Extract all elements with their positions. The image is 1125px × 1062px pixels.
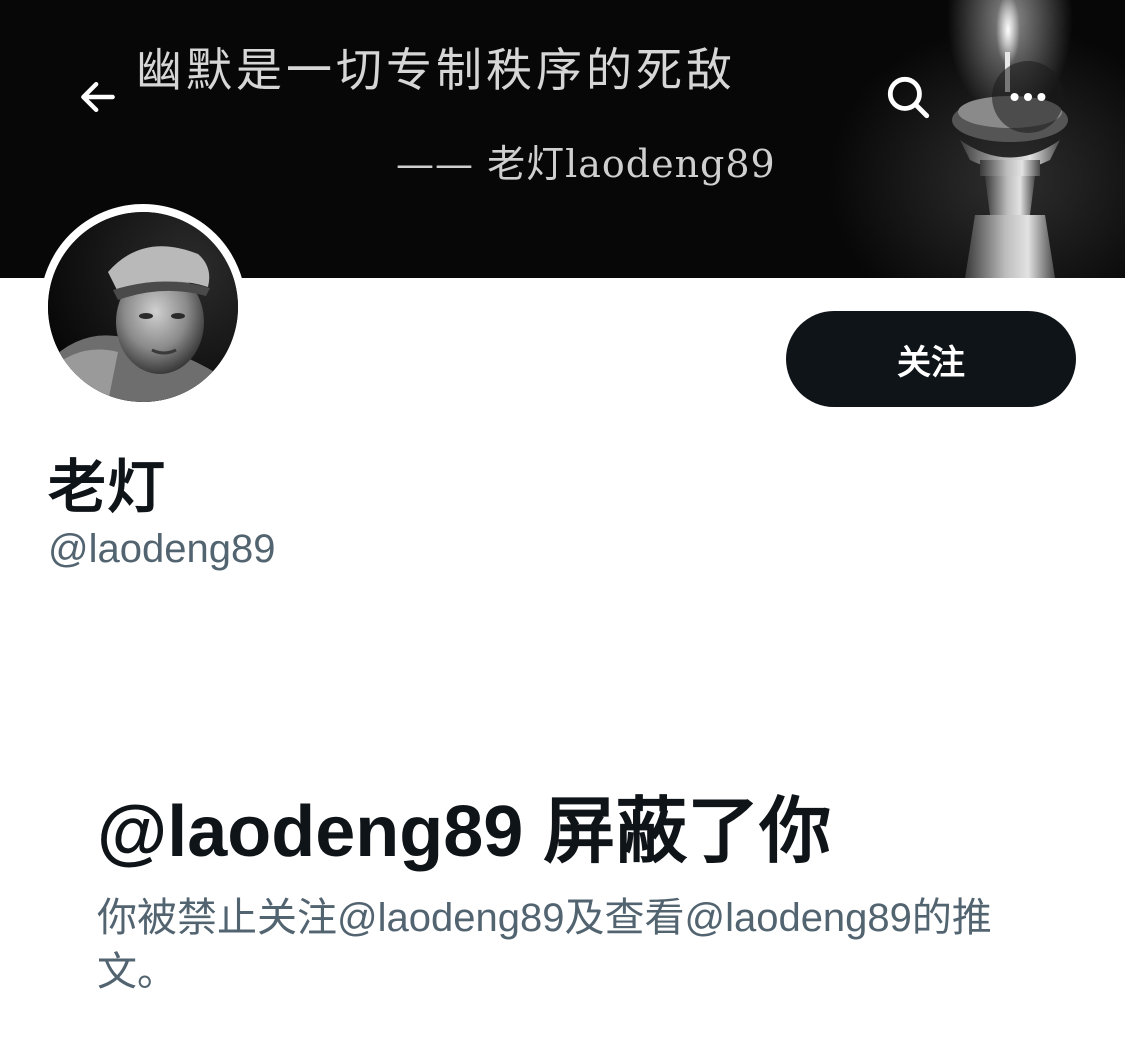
search-button[interactable] — [872, 61, 944, 133]
more-horizontal-icon — [1010, 92, 1046, 102]
avatar[interactable] — [48, 212, 238, 402]
banner-quote: 幽默是一切专制秩序的死敌 — [136, 43, 736, 97]
avatar-frame[interactable] — [40, 204, 246, 410]
avatar-photo — [48, 212, 238, 402]
more-options-button[interactable] — [992, 61, 1064, 133]
oil-lamp-illustration — [952, 0, 1068, 278]
display-name: 老灯 — [48, 453, 167, 521]
blocked-notice-description: 你被禁止关注@laodeng89及查看@laodeng89的推文。 — [97, 896, 992, 994]
banner-signature: —— 老灯laodeng89 — [396, 142, 776, 186]
back-button[interactable] — [62, 61, 134, 133]
user-handle: @laodeng89 — [48, 527, 276, 571]
follow-button[interactable]: 关注 — [786, 311, 1076, 407]
search-icon — [887, 76, 930, 119]
blocked-notice-title: @laodeng89 屏蔽了你 — [97, 792, 832, 872]
arrow-left-icon — [81, 81, 115, 113]
profile-page: 幽默是一切专制秩序的死敌 —— 老灯laodeng89 关注 老灯 @laode… — [0, 0, 1125, 1062]
